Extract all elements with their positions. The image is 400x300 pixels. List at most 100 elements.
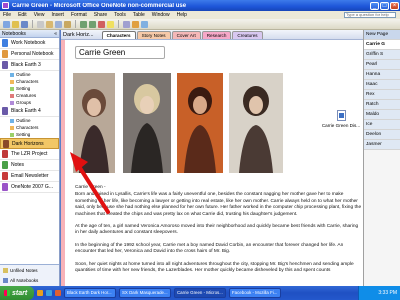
notebook-item-notes[interactable]: Notes	[0, 160, 59, 171]
taskbar-item[interactable]: SX Dark Masquerade...	[119, 288, 171, 298]
note-page[interactable]: Carrie Green Carrie Green Dis... Carrie …	[61, 40, 363, 286]
open-icon[interactable]	[12, 20, 19, 28]
notebook-path[interactable]: Dark Horiz...	[63, 32, 94, 38]
page-tab[interactable]: Pearl	[364, 60, 400, 70]
tab-creatures[interactable]: Creatures	[232, 31, 263, 39]
page-tab[interactable]: Ratch	[364, 100, 400, 110]
character-bio-text[interactable]: Carrie Green - Born and raised in Lysall…	[75, 185, 363, 280]
menu-tools[interactable]: Tools	[114, 12, 126, 18]
clock: 3:33 PM	[378, 290, 397, 296]
section-icon	[10, 86, 14, 91]
notebook-icon	[2, 161, 8, 169]
search-icon[interactable]	[141, 20, 148, 28]
redo-icon[interactable]	[89, 20, 96, 28]
tab-characters[interactable]: Characters	[101, 31, 136, 39]
notebook-label: OneNote 2007 G...	[11, 184, 53, 190]
section-item[interactable]: Outline	[0, 117, 59, 124]
taskbar-item-active[interactable]: Carrie Green - Micros...	[174, 288, 226, 298]
toolbar-separator	[75, 20, 76, 28]
menu-view[interactable]: View	[34, 12, 45, 18]
notebook-item-onenote-guide[interactable]: OneNote 2007 G...	[0, 182, 59, 193]
page-tab[interactable]: Ice	[364, 120, 400, 130]
notebook-item-personal[interactable]: Personal Notebook	[0, 49, 59, 60]
page-tab[interactable]: Carrie G	[364, 40, 400, 50]
new-page-icon[interactable]	[3, 20, 10, 28]
notebook-item-email-newsletter[interactable]: Email Newsletter	[0, 171, 59, 182]
start-button[interactable]: start	[0, 286, 34, 300]
section-item[interactable]: Groups	[0, 99, 59, 106]
maximize-button[interactable]: □	[380, 1, 389, 10]
menu-table[interactable]: Table	[133, 12, 145, 18]
tab-research[interactable]: Research	[201, 31, 232, 39]
notebook-icon	[2, 183, 8, 191]
highlighter-icon[interactable]	[107, 20, 114, 28]
notebook-item-work[interactable]: Work Notebook	[0, 38, 59, 49]
notebook-item-dark-horizons[interactable]: Dark Horizons	[0, 138, 59, 149]
section-label: Characters	[16, 79, 39, 84]
menu-window[interactable]: Window	[152, 12, 170, 18]
tab-story-notes[interactable]: Story Notes	[136, 31, 171, 39]
page-tab[interactable]: Hanna	[364, 70, 400, 80]
page-tab[interactable]: Rex	[364, 90, 400, 100]
quicklaunch-icon[interactable]	[55, 290, 61, 296]
character-photo-1	[73, 73, 115, 173]
page-tab[interactable]: Griffin S	[364, 50, 400, 60]
bio-heading: Carrie Green -	[75, 185, 106, 190]
pen-icon[interactable]	[98, 20, 105, 28]
notebook-pane-title: Notebooks	[2, 31, 26, 37]
notebook-item-black-earth-4[interactable]: Black Earth 4	[0, 106, 59, 117]
section-label: Setting	[16, 132, 31, 137]
menu-edit[interactable]: Edit	[18, 12, 27, 18]
new-page-button[interactable]: New Page	[364, 30, 400, 40]
section-item[interactable]: Creatures	[0, 92, 59, 99]
section-icon	[10, 118, 14, 123]
quicklaunch-icon[interactable]	[37, 290, 43, 296]
page-tab[interactable]: Maldo	[364, 110, 400, 120]
tab-cover-art[interactable]: Cover Art	[171, 31, 201, 39]
close-button[interactable]: ×	[390, 1, 399, 10]
copy-icon[interactable]	[55, 20, 62, 28]
taskbar-item[interactable]: Facebook - Mozilla Fi...	[229, 288, 281, 298]
taskbar: start Black Earth Dark Hor... SX Dark Ma…	[0, 286, 400, 300]
all-notebooks-link[interactable]: All Notebooks	[0, 275, 59, 285]
print-icon[interactable]	[37, 20, 44, 28]
section-item[interactable]: Setting	[0, 85, 59, 92]
notebook-item-black-earth-3[interactable]: Black Earth 3	[0, 60, 59, 71]
section-item[interactable]: Characters	[0, 78, 59, 85]
toolbar-separator	[32, 20, 33, 28]
menu-insert[interactable]: Insert	[51, 12, 64, 18]
bio-paragraph: In the beginning of the 1992 school year…	[75, 242, 344, 255]
attached-file[interactable]: Carrie Green Dis...	[319, 110, 363, 128]
notebook-icon	[2, 150, 8, 158]
section-icon	[10, 132, 14, 137]
menu-format[interactable]: Format	[71, 12, 87, 18]
title-bar: Carrie Green - Microsoft Office OneNote …	[0, 0, 400, 11]
section-label: Characters	[16, 125, 39, 130]
menu-file[interactable]: File	[3, 12, 11, 18]
notebook-label: Personal Notebook	[11, 51, 54, 57]
tag-icon[interactable]	[123, 20, 130, 28]
save-icon[interactable]	[21, 20, 28, 28]
page-title[interactable]: Carrie Green	[75, 46, 165, 59]
section-label: Outline	[16, 72, 31, 77]
page-tab[interactable]: Jasmer	[364, 140, 400, 150]
minimize-button[interactable]: _	[370, 1, 379, 10]
page-tab[interactable]: Deelon	[364, 130, 400, 140]
unfiled-notes-label: Unfiled Notes	[10, 267, 38, 273]
close-pane-icon[interactable]: «	[54, 30, 57, 37]
help-search-input[interactable]: Type a question for help	[344, 12, 396, 18]
section-item[interactable]: Setting	[0, 131, 59, 138]
unfiled-notes-link[interactable]: Unfiled Notes	[0, 265, 59, 275]
undo-icon[interactable]	[80, 20, 87, 28]
flag-icon[interactable]	[132, 20, 139, 28]
notebook-item-lzr-project[interactable]: The LZR Project	[0, 149, 59, 160]
menu-share[interactable]: Share	[94, 12, 107, 18]
cut-icon[interactable]	[46, 20, 53, 28]
section-item[interactable]: Outline	[0, 71, 59, 78]
section-item[interactable]: Characters	[0, 124, 59, 131]
menu-help[interactable]: Help	[177, 12, 187, 18]
page-tab[interactable]: Isaac	[364, 80, 400, 90]
paste-icon[interactable]	[64, 20, 71, 28]
taskbar-item[interactable]: Black Earth Dark Hor...	[64, 288, 116, 298]
quicklaunch-icon[interactable]	[46, 290, 52, 296]
